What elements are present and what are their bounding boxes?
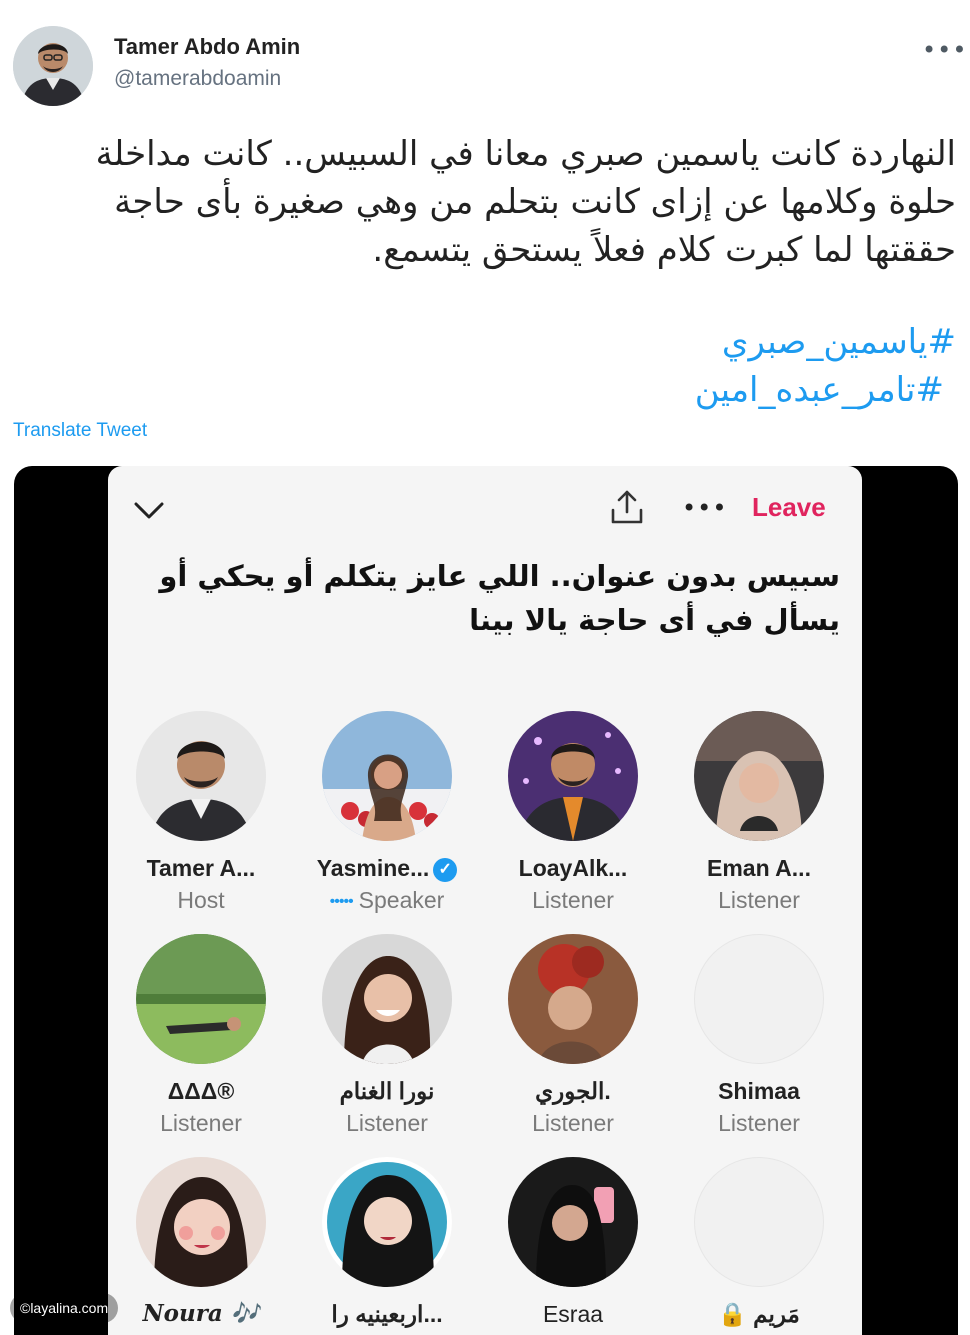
participant-card[interactable]: الجوري. Listener: [480, 934, 666, 1138]
participant-name: نورا الغنام: [339, 1078, 435, 1104]
author-handle[interactable]: @tamerabdoamin: [114, 67, 281, 91]
participant-card[interactable]: Yasmine... ✓ ••••• Speaker: [294, 711, 480, 915]
participant-avatar: [136, 934, 266, 1064]
leave-button[interactable]: Leave: [752, 492, 826, 523]
participant-name: الجوري.: [535, 1078, 611, 1104]
participant-avatar: [322, 1157, 452, 1287]
participant-role: Listener: [532, 1110, 614, 1136]
participant-role: Host: [177, 887, 225, 913]
participant-avatar: [508, 934, 638, 1064]
participant-name: 🔒 مَريم: [718, 1301, 800, 1327]
hashtag-link[interactable]: #ياسمين_صبري: [722, 322, 956, 362]
participant-role: Listener: [108, 1331, 294, 1335]
participant-role: Listener: [480, 1331, 666, 1335]
participant-role: ••••• Speaker: [294, 885, 480, 915]
participant-card[interactable]: ΔΔΔ® Listener: [108, 934, 294, 1138]
participant-avatar: [694, 1157, 824, 1287]
participant-avatar: [136, 711, 266, 841]
participant-card[interactable]: Tamer A... Host: [108, 711, 294, 915]
tweet-header: Tamer Abdo Amin @tamerabdoamin •••: [0, 0, 970, 110]
participant-avatar: [322, 711, 452, 841]
space-screen: ••• Leave سبيس بدون عنوان.. اللي عايز يت…: [108, 466, 862, 1335]
participant-name: Eman A...: [707, 855, 811, 881]
participant-avatar: [694, 934, 824, 1064]
watermark: ©layalina.com: [10, 1293, 119, 1323]
translate-tweet-link[interactable]: Translate Tweet: [13, 420, 147, 442]
author-avatar[interactable]: [13, 26, 93, 106]
participant-avatar: [136, 1157, 266, 1287]
participant-card[interactable]: Shimaa Listener: [666, 934, 852, 1138]
participant-card[interactable]: Eman A... Listener: [666, 711, 852, 915]
participant-name: اربعينيه را...: [331, 1301, 443, 1327]
participant-name: Esraa: [542, 1301, 604, 1327]
participant-name: Tamer A...: [146, 855, 256, 881]
participant-role: Listener: [718, 1110, 800, 1136]
participant-name: Yasmine... ✓: [294, 853, 480, 883]
participant-role: Listener: [666, 1331, 852, 1335]
participant-avatar: [322, 934, 452, 1064]
more-options-icon[interactable]: •••: [682, 494, 727, 522]
participant-role: Listener: [294, 1331, 480, 1335]
participant-name: ΔΔΔ®: [167, 1078, 235, 1104]
participant-card[interactable]: 🔒 مَريم Listener: [666, 1157, 852, 1335]
participant-role: Listener: [718, 887, 800, 913]
tweet-text: النهاردة كانت ياسمين صبري معانا في السبي…: [95, 134, 956, 270]
speaking-indicator-icon: •••••: [329, 892, 354, 910]
participant-card[interactable]: Noura 🎶 Listener: [108, 1157, 294, 1335]
participant-card[interactable]: اربعينيه را... Listener: [294, 1157, 480, 1335]
more-options-icon[interactable]: •••: [922, 36, 966, 64]
share-icon[interactable]: [608, 488, 646, 526]
participant-avatar: [508, 1157, 638, 1287]
tweet-media[interactable]: ••• Leave سبيس بدون عنوان.. اللي عايز يت…: [14, 466, 958, 1335]
participant-name: Shimaa: [718, 1078, 800, 1104]
verified-icon: ✓: [433, 857, 458, 882]
participant-avatar: [508, 711, 638, 841]
space-title: سبيس بدون عنوان.. اللي عايز يتكلم أو يحك…: [159, 559, 840, 637]
participant-name: LoayAlk...: [518, 855, 628, 881]
participant-card[interactable]: نورا الغنام Listener: [294, 934, 480, 1138]
author-name[interactable]: Tamer Abdo Amin: [114, 34, 300, 60]
participant-role: Listener: [346, 1110, 428, 1136]
participant-role: Listener: [532, 887, 614, 913]
participant-role: Listener: [160, 1110, 242, 1136]
participant-card[interactable]: LoayAlk... Listener: [480, 711, 666, 915]
hashtag-link[interactable]: #تامر_عبده_امين: [695, 370, 944, 410]
participant-name: Noura 🎶: [142, 1300, 260, 1327]
participant-avatar: [694, 711, 824, 841]
participant-card[interactable]: Esraa Listener: [480, 1157, 666, 1335]
chevron-down-icon[interactable]: [132, 496, 166, 524]
